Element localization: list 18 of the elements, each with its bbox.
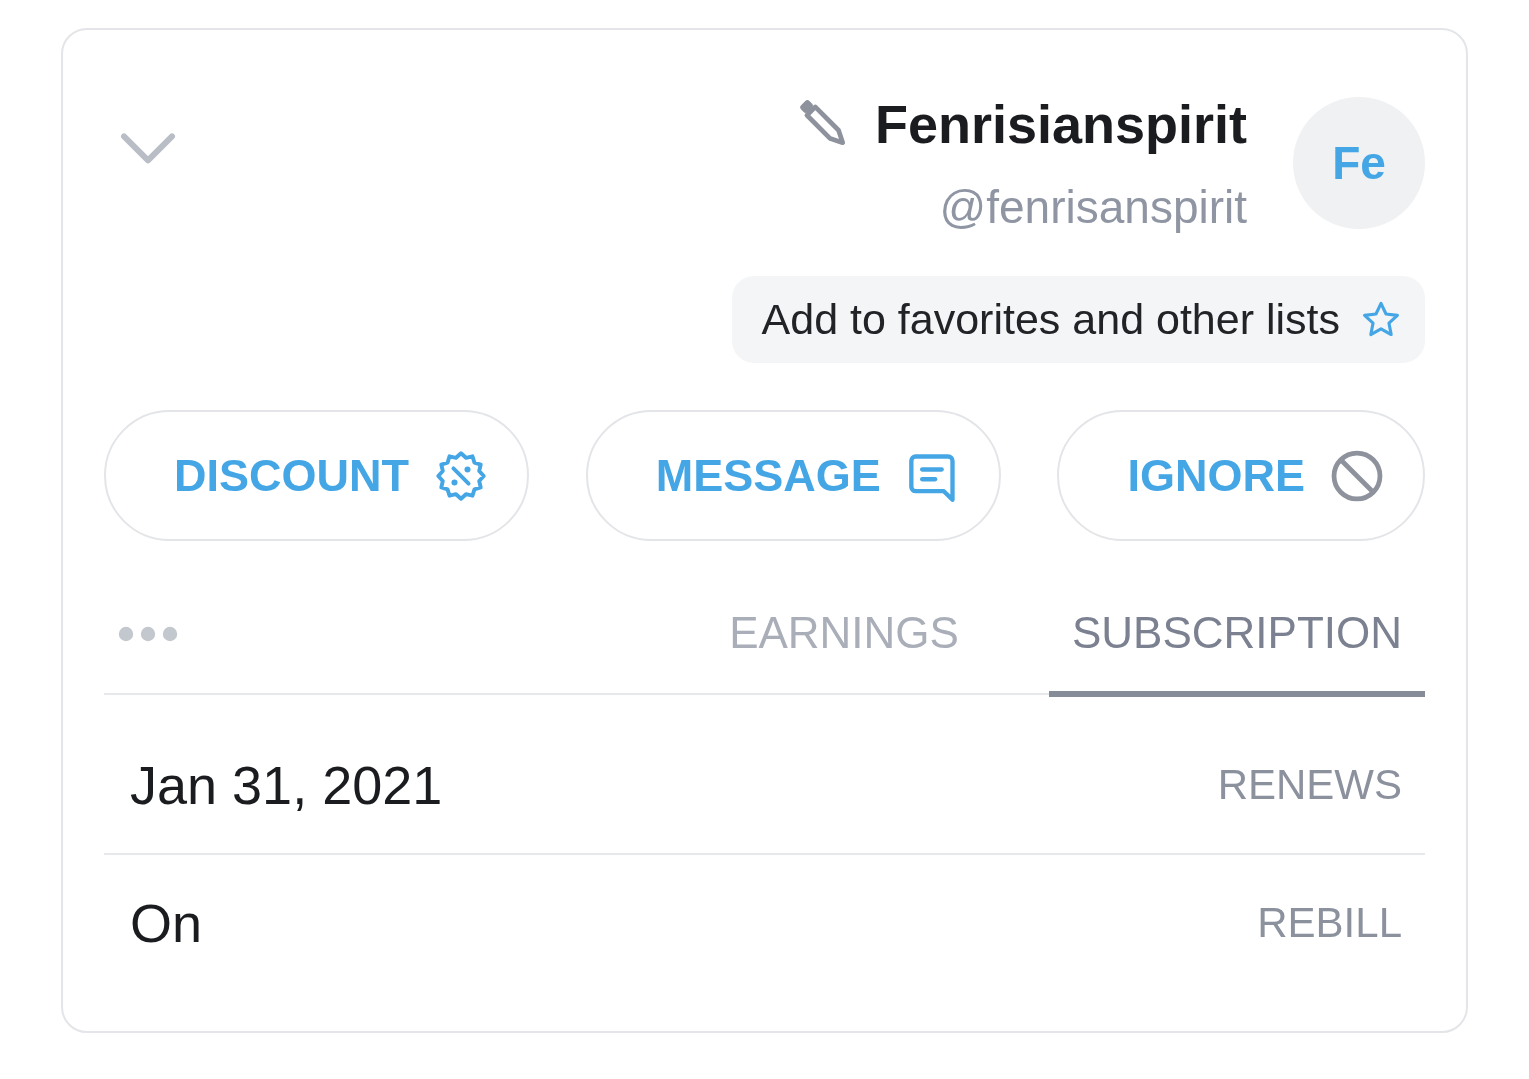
more-icon[interactable] [118,626,178,642]
prohibited-icon [1331,449,1383,502]
percent-badge-icon [435,449,487,502]
ignore-button[interactable]: IGNORE [1057,410,1425,541]
avatar: Fe [1293,97,1425,229]
detail-value: Jan 31, 2021 [130,754,443,816]
detail-label: REBILL [1257,899,1402,947]
star-icon [1362,301,1400,338]
username: @fenrisanspirit [939,181,1247,233]
favorites-button[interactable]: Add to favorites and other lists [731,276,1425,363]
detail-value: On [130,892,203,954]
chevron-down-icon[interactable] [120,133,176,165]
discount-button[interactable]: DISCOUNT [104,410,529,541]
message-button[interactable]: MESSAGE [585,410,1001,541]
detail-label: RENEWS [1217,761,1402,809]
display-name: Fenrisianspirit [874,93,1247,155]
tab[interactable]: SUBSCRIPTION [1048,575,1425,697]
tab[interactable]: EARNINGS [706,575,982,697]
